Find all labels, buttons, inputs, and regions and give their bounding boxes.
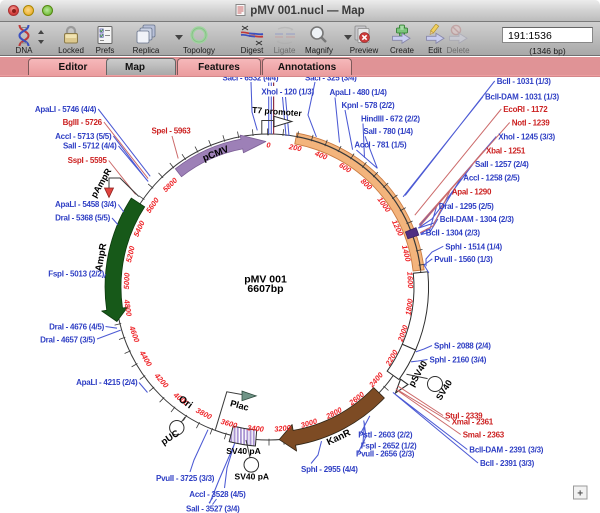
svg-text:XbaI - 1251: XbaI - 1251 (486, 147, 526, 156)
svg-text:5600: 5600 (144, 195, 161, 215)
svg-text:T7 promoter: T7 promoter (252, 105, 303, 118)
svg-text:PvuII - 1560 (1/3): PvuII - 1560 (1/3) (434, 255, 493, 264)
svg-text:5000: 5000 (122, 272, 132, 290)
svg-text:SmaI - 2363: SmaI - 2363 (463, 431, 505, 440)
svg-text:BclI - 2391 (3/3): BclI - 2391 (3/3) (480, 459, 535, 468)
svg-text:SacI - 325 (3/4): SacI - 325 (3/4) (305, 77, 357, 83)
svg-text:ApaLI - 480 (1/4): ApaLI - 480 (1/4) (330, 88, 388, 97)
svg-text:4600: 4600 (127, 324, 142, 344)
svg-text:pSV40: pSV40 (407, 359, 430, 388)
svg-text:AccI - 5713 (5/5): AccI - 5713 (5/5) (55, 132, 112, 141)
svg-text:ApaLI - 4215 (2/4): ApaLI - 4215 (2/4) (76, 378, 138, 387)
svg-text:AccI - 3528 (4/5): AccI - 3528 (4/5) (189, 490, 246, 499)
svg-text:DraI - 1295 (2/5): DraI - 1295 (2/5) (439, 202, 494, 211)
svg-text:SalI - 780 (1/4): SalI - 780 (1/4) (363, 127, 413, 136)
svg-text:SphI - 2088 (2/4): SphI - 2088 (2/4) (434, 342, 491, 351)
svg-text:0: 0 (266, 141, 271, 150)
svg-text:BclI-DAM - 1304 (2/3): BclI-DAM - 1304 (2/3) (440, 215, 514, 224)
svg-text:ApaI - 1290: ApaI - 1290 (452, 188, 492, 197)
svg-text:AccI - 781 (1/5): AccI - 781 (1/5) (354, 141, 407, 150)
svg-text:SpeI - 5963: SpeI - 5963 (151, 127, 191, 136)
svg-text:3200: 3200 (274, 423, 292, 434)
svg-text:SalI - 5712 (4/4): SalI - 5712 (4/4) (63, 142, 117, 151)
svg-text:SacI - 6532 (4/4): SacI - 6532 (4/4) (223, 77, 279, 83)
svg-text:ApaLI - 5746 (4/4): ApaLI - 5746 (4/4) (35, 105, 97, 114)
svg-text:KpnI - 578 (2/2): KpnI - 578 (2/2) (342, 101, 395, 110)
svg-text:6607bp: 6607bp (247, 283, 283, 295)
svg-text:3400: 3400 (247, 423, 265, 434)
svg-text:200: 200 (287, 142, 303, 154)
svg-text:Plac: Plac (229, 398, 250, 413)
svg-text:3600: 3600 (220, 417, 239, 431)
svg-text:HindIII - 672 (2/2): HindIII - 672 (2/2) (361, 114, 420, 123)
svg-text:+: + (577, 489, 583, 500)
svg-text:SspI - 5595: SspI - 5595 (68, 156, 108, 165)
svg-text:SphI - 2955 (4/4): SphI - 2955 (4/4) (301, 465, 358, 474)
svg-text:XhoI - 120 (1/3): XhoI - 120 (1/3) (261, 87, 314, 96)
svg-text:SphI - 2160 (3/4): SphI - 2160 (3/4) (430, 356, 487, 365)
svg-text:SphI - 1514 (1/4): SphI - 1514 (1/4) (445, 242, 502, 251)
svg-text:BglII - 5726: BglII - 5726 (63, 118, 103, 127)
svg-text:BclI - 1031 (1/3): BclI - 1031 (1/3) (497, 77, 552, 86)
svg-text:5800: 5800 (161, 175, 180, 194)
svg-text:PstI - 2603 (2/2): PstI - 2603 (2/2) (358, 431, 413, 440)
svg-text:FspI - 5013 (2/2): FspI - 5013 (2/2) (48, 270, 104, 279)
svg-text:XmaI - 2361: XmaI - 2361 (452, 418, 494, 427)
svg-text:ApaLI - 5458 (3/4): ApaLI - 5458 (3/4) (55, 200, 117, 209)
svg-text:BclI-DAM - 2391 (3/3): BclI-DAM - 2391 (3/3) (469, 446, 543, 455)
svg-text:SalI - 1257 (2/4): SalI - 1257 (2/4) (475, 160, 529, 169)
svg-text:SV40 pA: SV40 pA (235, 472, 270, 482)
svg-text:2400: 2400 (367, 370, 386, 390)
svg-text:AccI - 1258 (2/5): AccI - 1258 (2/5) (463, 174, 520, 183)
svg-text:SalI - 3527 (3/4): SalI - 3527 (3/4) (186, 505, 240, 513)
svg-text:SV40 pA: SV40 pA (226, 446, 261, 456)
svg-text:XhoI - 1245 (3/3): XhoI - 1245 (3/3) (498, 133, 555, 142)
svg-text:4800: 4800 (122, 298, 134, 318)
svg-text:EcoRI - 1172: EcoRI - 1172 (503, 105, 548, 114)
svg-text:DraI - 4676 (4/5): DraI - 4676 (4/5) (49, 323, 104, 332)
svg-text:4400: 4400 (137, 348, 154, 369)
svg-text:PvuII - 3725 (3/3): PvuII - 3725 (3/3) (156, 474, 215, 483)
svg-text:1600: 1600 (405, 271, 415, 289)
svg-text:PvuII - 2656 (2/3): PvuII - 2656 (2/3) (356, 450, 415, 459)
svg-text:4200: 4200 (152, 370, 171, 390)
svg-text:DraI - 5368 (5/5): DraI - 5368 (5/5) (55, 214, 110, 223)
svg-text:BclI-DAM - 1031 (1/3): BclI-DAM - 1031 (1/3) (485, 93, 559, 102)
svg-text:NotI - 1239: NotI - 1239 (512, 119, 551, 128)
svg-text:3800: 3800 (194, 406, 214, 422)
svg-text:BclI - 1304 (2/3): BclI - 1304 (2/3) (426, 228, 481, 237)
svg-text:DraI - 4657 (3/5): DraI - 4657 (3/5) (40, 336, 95, 345)
